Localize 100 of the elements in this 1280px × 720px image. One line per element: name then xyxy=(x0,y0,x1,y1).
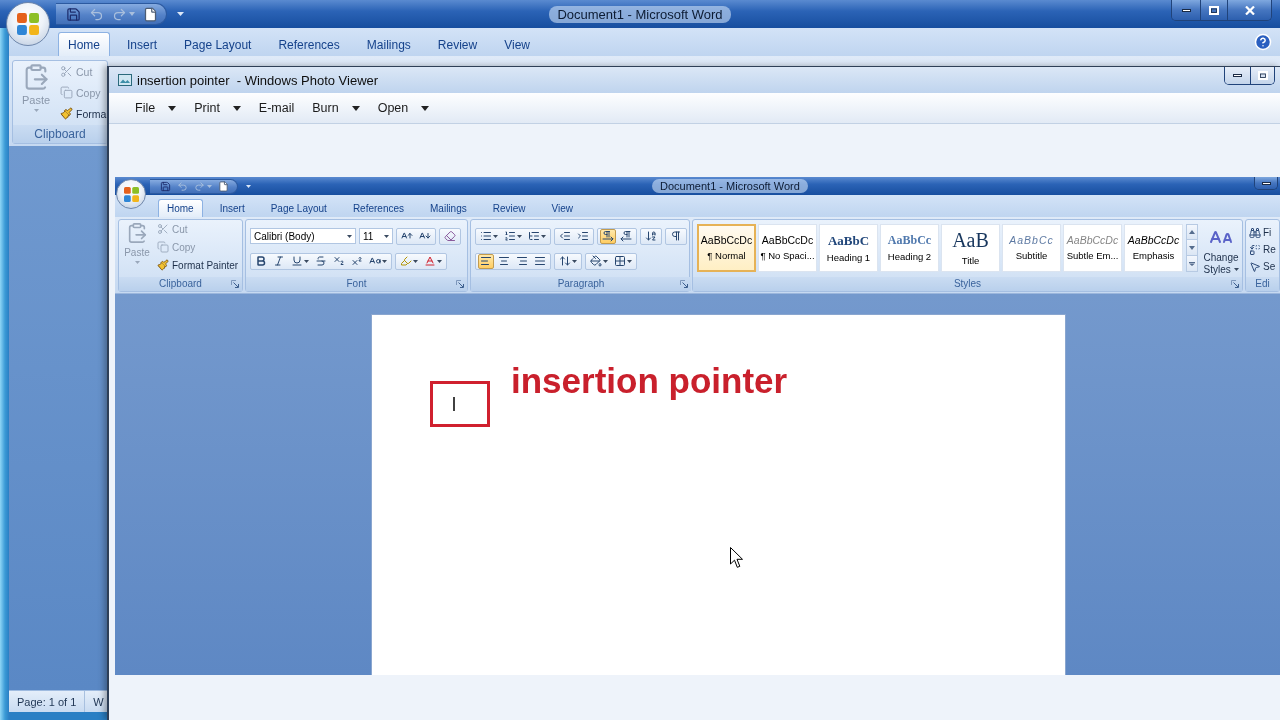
font-size-field[interactable]: 11 xyxy=(359,228,393,244)
style-tile[interactable]: AaBbCcDc Emphasis xyxy=(1124,224,1183,272)
ribbon-tab[interactable]: View xyxy=(542,199,582,217)
maximize-icon xyxy=(1257,71,1268,80)
ribbon-tab[interactable]: View xyxy=(494,32,540,56)
minimize-button[interactable] xyxy=(1225,67,1250,84)
find-button[interactable]: Fi xyxy=(1249,224,1279,241)
font-color-icon[interactable] xyxy=(424,255,436,267)
style-preview: AaBbC xyxy=(827,233,870,247)
paint-bucket-icon[interactable] xyxy=(590,255,602,267)
align-justify-icon[interactable] xyxy=(534,255,546,267)
ribbon-tab[interactable]: Insert xyxy=(210,199,254,217)
help-icon[interactable] xyxy=(1254,33,1272,51)
style-tile[interactable]: AaBbC Heading 1 xyxy=(819,224,878,272)
ribbon-tab[interactable]: Home xyxy=(58,32,110,56)
gallery-scroll-up-button[interactable] xyxy=(1186,224,1198,240)
ribbon-tab[interactable]: Page Layout xyxy=(174,32,262,56)
minimize-button[interactable] xyxy=(1172,0,1200,20)
maximize-button[interactable] xyxy=(1250,67,1274,84)
menu-item[interactable]: E-mail xyxy=(249,96,304,120)
landscape-picture-icon xyxy=(118,74,132,86)
group-label: Edi xyxy=(1255,279,1270,289)
font-name-field[interactable]: Calibri (Body) xyxy=(250,228,356,244)
style-preview: AaBbCcDc xyxy=(761,234,814,246)
ribbon-tab[interactable]: References xyxy=(343,199,413,217)
up-down-arrow-icon[interactable] xyxy=(559,255,571,267)
style-preview: AaBbCcDc xyxy=(1127,234,1180,246)
sort-a-z-icon[interactable] xyxy=(645,230,657,242)
office-logo-icon xyxy=(123,186,139,202)
strikethrough-icon[interactable] xyxy=(315,255,327,267)
indent-decrease-icon[interactable] xyxy=(559,230,571,242)
underline-icon[interactable] xyxy=(291,255,303,267)
ribbon-tab[interactable]: References xyxy=(268,32,350,56)
document-heading: insertion pointer xyxy=(511,360,788,402)
corner-arrow-icon[interactable] xyxy=(680,280,688,288)
ribbon-tab[interactable]: Mailings xyxy=(356,32,421,56)
change-styles-button[interactable]: Change Styles xyxy=(1201,224,1241,275)
replace-button[interactable]: Re xyxy=(1249,241,1279,258)
menu-item[interactable]: Burn xyxy=(303,96,369,120)
menu-item[interactable]: Print xyxy=(185,96,250,120)
italic-icon[interactable] xyxy=(273,255,285,267)
style-tile[interactable]: AaBbCcDc ¶ No Spaci... xyxy=(758,224,817,272)
corner-arrow-icon[interactable] xyxy=(231,280,239,288)
caret-down-icon xyxy=(541,234,546,238)
gallery-more-button[interactable] xyxy=(1186,256,1198,272)
minimize-icon xyxy=(1181,8,1191,12)
status-bar-item: Page: 1 of 1 xyxy=(9,691,86,712)
style-tile[interactable]: AaBbCcDc ¶ Normal xyxy=(697,224,756,272)
grid-icon[interactable] xyxy=(614,255,626,267)
style-tile[interactable]: AaB Title xyxy=(941,224,1000,272)
office-logo-icon xyxy=(17,13,39,35)
pilcrow-left-icon[interactable] xyxy=(620,230,632,242)
corner-arrow-icon[interactable] xyxy=(1231,280,1239,288)
numbered-list-icon[interactable] xyxy=(504,230,516,242)
caret-down-icon xyxy=(207,184,212,188)
select-button[interactable]: Se xyxy=(1249,258,1279,275)
style-tile[interactable]: AaBbCc Subtitle xyxy=(1002,224,1061,272)
ribbon-tab[interactable]: Review xyxy=(483,199,535,217)
document-icon[interactable] xyxy=(143,6,158,22)
a-arrow-down-icon[interactable] xyxy=(419,230,431,242)
bold-icon[interactable] xyxy=(255,255,267,267)
align-left-button[interactable] xyxy=(478,253,494,269)
minimize-icon xyxy=(1233,74,1242,77)
align-right-icon[interactable] xyxy=(516,255,528,267)
highlighter-icon[interactable] xyxy=(400,255,412,267)
pilcrow-icon[interactable] xyxy=(670,230,682,242)
superscript-icon[interactable] xyxy=(351,255,363,267)
document-icon[interactable] xyxy=(218,180,229,192)
close-button[interactable] xyxy=(1227,0,1271,20)
format-painter-button[interactable]: Format Painter xyxy=(157,256,239,274)
menu-item[interactable]: File xyxy=(126,96,186,120)
bullet-list-icon[interactable] xyxy=(480,230,492,242)
gallery-scroll-down-button[interactable] xyxy=(1186,240,1198,256)
style-tile[interactable]: AaBbCc Heading 2 xyxy=(880,224,939,272)
style-tile[interactable]: AaBbCcDc Subtle Em... xyxy=(1063,224,1122,272)
ribbon-tab[interactable]: Review xyxy=(427,32,488,56)
ribbon-tab[interactable]: Page Layout xyxy=(261,199,336,217)
style-preview: AaB xyxy=(952,230,989,250)
left-to-right-button[interactable] xyxy=(600,228,616,244)
paintbrush-icon xyxy=(60,107,73,120)
minimize-button[interactable] xyxy=(1255,177,1277,189)
a-arrow-up-icon[interactable] xyxy=(401,230,413,242)
indent-increase-icon[interactable] xyxy=(577,230,589,242)
caret-down-icon xyxy=(382,259,387,263)
pilcrow-right-icon xyxy=(602,230,614,242)
letter-case-icon[interactable] xyxy=(369,255,381,267)
maximize-button[interactable] xyxy=(1200,0,1227,20)
ribbon-tab[interactable]: Home xyxy=(158,199,203,217)
list-tree-icon[interactable] xyxy=(528,230,540,242)
corner-arrow-icon[interactable] xyxy=(456,280,464,288)
eraser-icon[interactable] xyxy=(444,230,456,242)
align-center-icon[interactable] xyxy=(498,255,510,267)
ribbon-tab[interactable]: Mailings xyxy=(421,199,476,217)
format-painter-button[interactable]: Forma xyxy=(60,103,107,124)
menu-item[interactable]: Open xyxy=(368,96,439,120)
ribbon-tab[interactable]: Insert xyxy=(117,32,168,56)
copy-icon xyxy=(60,86,73,99)
subscript-icon[interactable] xyxy=(333,255,345,267)
maximize-icon xyxy=(1209,5,1219,15)
group-label: Clipboard xyxy=(34,128,86,140)
